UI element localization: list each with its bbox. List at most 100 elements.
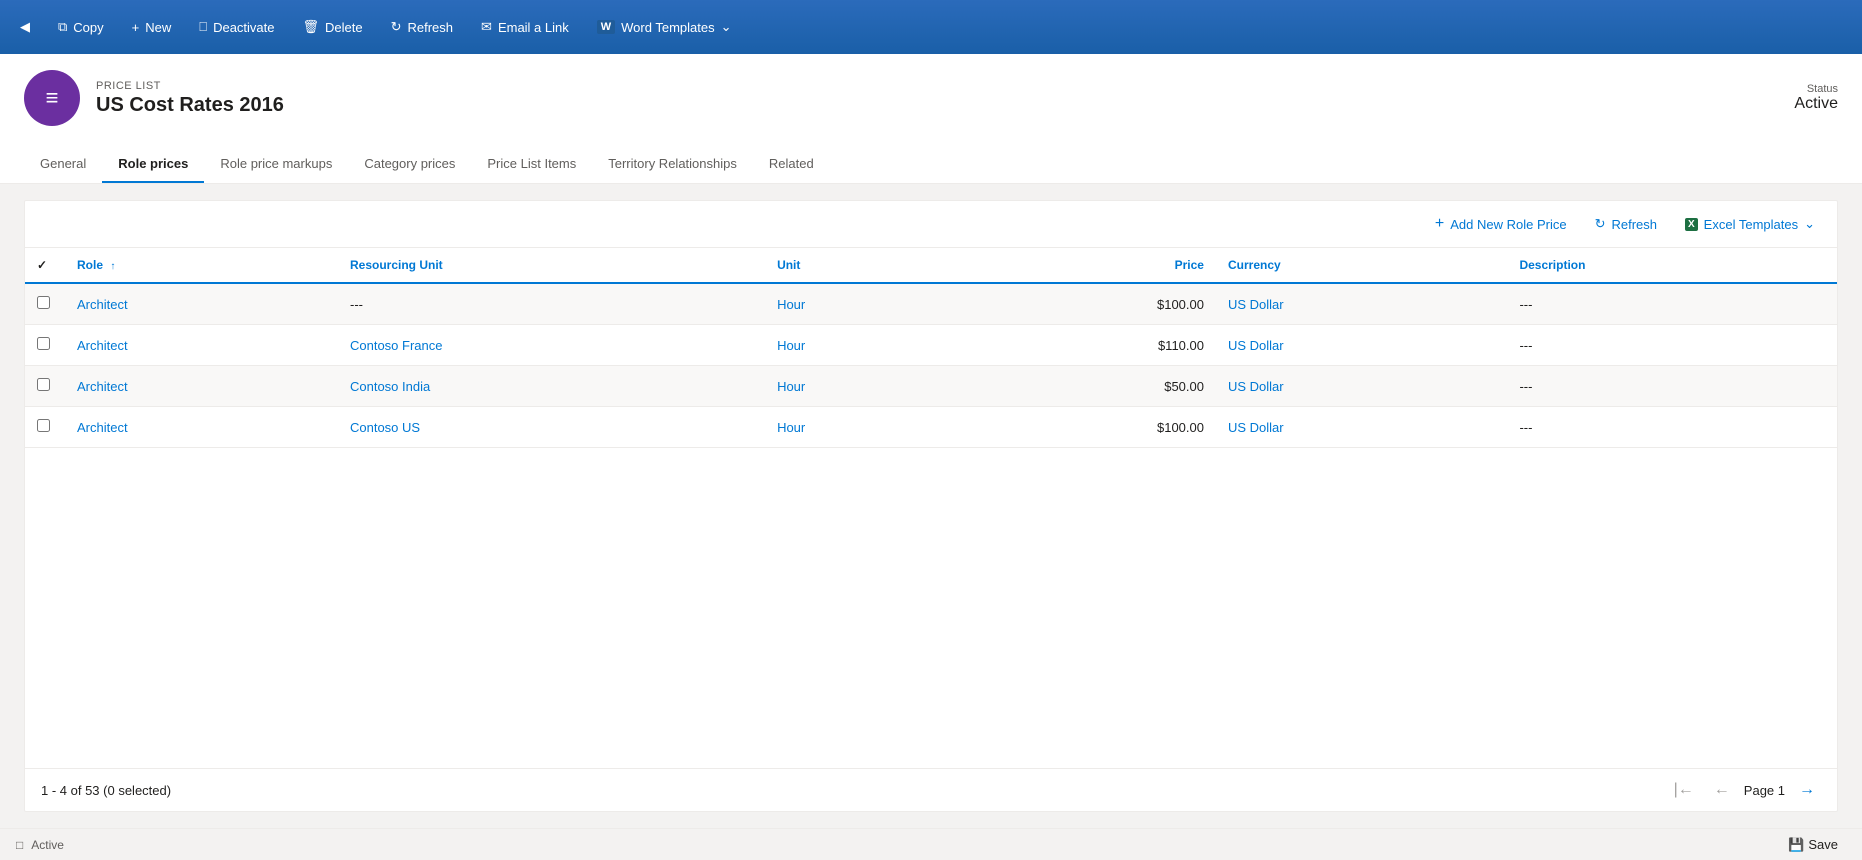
next-page-button[interactable]: → xyxy=(1793,779,1821,801)
record-header-area: ≡ PRICE LIST US Cost Rates 2016 Status A… xyxy=(0,54,1862,184)
role-cell[interactable]: Architect xyxy=(65,407,338,448)
role-prices-table: ✓ Role ↑ Resourcing Unit Unit xyxy=(25,248,1837,448)
status-bar-icon: □ xyxy=(16,838,23,852)
add-new-role-price-button[interactable]: + Add New Role Price xyxy=(1429,211,1573,237)
record-status: Status Active xyxy=(1794,83,1838,113)
currency-cell[interactable]: US Dollar xyxy=(1216,366,1507,407)
row-checkbox-cell[interactable] xyxy=(25,366,65,407)
currency-cell[interactable]: US Dollar xyxy=(1216,325,1507,366)
role-cell[interactable]: Architect xyxy=(65,325,338,366)
description-cell: --- xyxy=(1507,407,1837,448)
currency-column-header[interactable]: Currency xyxy=(1216,248,1507,283)
role-cell[interactable]: Architect xyxy=(65,283,338,325)
page-label: Page 1 xyxy=(1744,783,1785,798)
select-all-header[interactable]: ✓ xyxy=(25,248,65,283)
delete-icon: 🗑 xyxy=(303,19,320,35)
prev-page-button[interactable]: ← xyxy=(1708,779,1736,801)
price-cell: $110.00 xyxy=(956,325,1216,366)
tab-role-prices[interactable]: Role prices xyxy=(102,146,204,183)
resourcing-unit-cell[interactable]: Contoso India xyxy=(338,366,765,407)
unit-cell[interactable]: Hour xyxy=(765,407,956,448)
pagination-nav: |← ← Page 1 → xyxy=(1668,779,1821,801)
row-checkbox[interactable] xyxy=(37,296,50,309)
status-value: Active xyxy=(1794,95,1838,113)
main-toolbar: ◀ ⧉ Copy + New ⎕ Deactivate 🗑 Delete ↻ R… xyxy=(0,0,1862,54)
first-page-button[interactable]: |← xyxy=(1668,779,1700,801)
copy-icon: ⧉ xyxy=(58,19,67,35)
delete-button[interactable]: 🗑 Delete xyxy=(291,13,375,41)
grid-refresh-button[interactable]: ↻ Refresh xyxy=(1589,212,1663,236)
description-cell: --- xyxy=(1507,366,1837,407)
record-info: PRICE LIST US Cost Rates 2016 xyxy=(96,80,1778,117)
email-label: Email a Link xyxy=(498,20,569,35)
avatar-icon: ≡ xyxy=(46,85,59,111)
new-button[interactable]: + New xyxy=(120,14,184,41)
table-row: Architect Contoso US Hour $100.00 US Dol… xyxy=(25,407,1837,448)
status-label: Status xyxy=(1794,83,1838,95)
word-templates-chevron-icon: ⌄ xyxy=(721,19,732,35)
status-bar: □ Active 💾 Save xyxy=(0,828,1862,860)
deactivate-button[interactable]: ⎕ Deactivate xyxy=(187,13,286,41)
currency-cell[interactable]: US Dollar xyxy=(1216,407,1507,448)
excel-templates-button[interactable]: X Excel Templates ⌄ xyxy=(1679,212,1821,236)
grid-toolbar: + Add New Role Price ↻ Refresh X Excel T… xyxy=(25,201,1837,248)
currency-cell[interactable]: US Dollar xyxy=(1216,283,1507,325)
word-templates-button[interactable]: W Word Templates ⌄ xyxy=(585,13,744,41)
word-icon: W xyxy=(597,20,615,34)
excel-templates-label: Excel Templates xyxy=(1704,217,1798,232)
resourcing-unit-cell[interactable]: Contoso France xyxy=(338,325,765,366)
status-bar-left: □ Active xyxy=(16,838,64,852)
tab-bar: General Role prices Role price markups C… xyxy=(24,146,1838,183)
row-checkbox[interactable] xyxy=(37,378,50,391)
email-icon: ✉ xyxy=(481,19,492,35)
add-icon: + xyxy=(1435,215,1444,233)
unit-cell[interactable]: Hour xyxy=(765,366,956,407)
save-button[interactable]: 💾 Save xyxy=(1780,833,1846,857)
role-cell[interactable]: Architect xyxy=(65,366,338,407)
refresh-button[interactable]: ↻ Refresh xyxy=(379,13,465,41)
grid-refresh-label: Refresh xyxy=(1611,217,1657,232)
unit-cell[interactable]: Hour xyxy=(765,283,956,325)
description-column-header[interactable]: Description xyxy=(1507,248,1837,283)
nav-back-icon: ◀ xyxy=(20,19,30,35)
word-templates-label: Word Templates xyxy=(621,20,714,35)
record-title: US Cost Rates 2016 xyxy=(96,94,1778,117)
resourcing-unit-cell[interactable]: Contoso US xyxy=(338,407,765,448)
price-cell: $100.00 xyxy=(956,407,1216,448)
tab-role-price-markups[interactable]: Role price markups xyxy=(204,146,348,183)
save-icon: 💾 xyxy=(1788,837,1804,853)
main-content: + Add New Role Price ↻ Refresh X Excel T… xyxy=(0,184,1862,828)
grid-refresh-icon: ↻ xyxy=(1595,216,1606,232)
row-checkbox-cell[interactable] xyxy=(25,407,65,448)
copy-label: Copy xyxy=(73,20,103,35)
nav-back-button[interactable]: ◀ xyxy=(8,13,42,41)
resourcing-unit-column-header[interactable]: Resourcing Unit xyxy=(338,248,765,283)
row-checkbox[interactable] xyxy=(37,419,50,432)
deactivate-label: Deactivate xyxy=(213,20,274,35)
row-checkbox[interactable] xyxy=(37,337,50,350)
tab-related[interactable]: Related xyxy=(753,146,830,183)
status-bar-right: 💾 Save xyxy=(1780,833,1846,857)
price-cell: $50.00 xyxy=(956,366,1216,407)
row-checkbox-cell[interactable] xyxy=(25,283,65,325)
tab-general[interactable]: General xyxy=(24,146,102,183)
add-new-role-price-label: Add New Role Price xyxy=(1450,217,1566,232)
role-column-header[interactable]: Role ↑ xyxy=(65,248,338,283)
row-checkbox-cell[interactable] xyxy=(25,325,65,366)
tab-territory-relationships[interactable]: Territory Relationships xyxy=(592,146,753,183)
role-prices-grid: + Add New Role Price ↻ Refresh X Excel T… xyxy=(24,200,1838,812)
tab-price-list-items[interactable]: Price List Items xyxy=(471,146,592,183)
refresh-icon: ↻ xyxy=(391,19,402,35)
copy-button[interactable]: ⧉ Copy xyxy=(46,13,116,41)
record-type-label: PRICE LIST xyxy=(96,80,1778,92)
pagination-summary: 1 - 4 of 53 (0 selected) xyxy=(41,783,171,798)
tab-category-prices[interactable]: Category prices xyxy=(348,146,471,183)
table-row: Architect Contoso India Hour $50.00 US D… xyxy=(25,366,1837,407)
email-link-button[interactable]: ✉ Email a Link xyxy=(469,13,581,41)
unit-cell[interactable]: Hour xyxy=(765,325,956,366)
table-row: Architect Contoso France Hour $110.00 US… xyxy=(25,325,1837,366)
unit-column-header[interactable]: Unit xyxy=(765,248,956,283)
description-cell: --- xyxy=(1507,283,1837,325)
new-label: New xyxy=(145,20,171,35)
price-column-header[interactable]: Price xyxy=(956,248,1216,283)
